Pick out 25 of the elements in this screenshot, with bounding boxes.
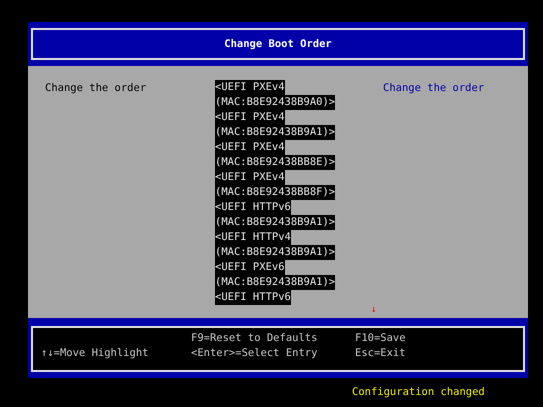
boot-entry[interactable]: <UEFI PXEv6 <box>215 260 285 275</box>
boot-entry[interactable]: <UEFI PXEv4 <box>215 80 285 95</box>
boot-entry[interactable]: (MAC:B8E92438B9A1)> <box>215 215 336 230</box>
boot-entry[interactable]: <UEFI PXEv4 <box>215 110 285 125</box>
boot-entry[interactable]: <UEFI PXEv4 <box>215 170 285 185</box>
boot-entry[interactable]: <UEFI HTTPv6 <box>215 200 291 215</box>
boot-entry[interactable]: <UEFI PXEv4 <box>215 140 285 155</box>
boot-entry[interactable]: <UEFI HTTPv4 <box>215 230 291 245</box>
help-text: Change the order <box>383 81 484 96</box>
boot-entry[interactable]: (MAC:B8E92438B9A0)> <box>215 95 336 110</box>
key-hint: <Enter>=Select Entry <box>191 346 318 361</box>
key-hint: ↑↓=Move Highlight <box>41 346 150 361</box>
status-message: Configuration changed <box>352 386 485 398</box>
boot-entry[interactable]: (MAC:B8E92438B9A1)> <box>215 125 336 140</box>
window-title: Change Boot Order <box>224 36 332 52</box>
key-hint: F10=Save <box>355 331 406 346</box>
boot-entry[interactable]: <UEFI HTTPv6 <box>215 290 291 305</box>
boot-entry[interactable]: (MAC:B8E92438BB8E)> <box>215 155 336 170</box>
option-label: Change the order <box>45 81 146 96</box>
key-hint: Esc=Exit <box>355 346 406 361</box>
more-indicator: ↓ <box>371 304 376 316</box>
key-hint: F9=Reset to Defaults <box>191 331 318 346</box>
boot-entry[interactable]: (MAC:B8E92438B9A1)> <box>215 275 336 290</box>
boot-entry[interactable]: (MAC:B8E92438B9A1)> <box>215 245 336 260</box>
boot-entry[interactable]: (MAC:B8E92438BB8F)> <box>215 185 336 200</box>
